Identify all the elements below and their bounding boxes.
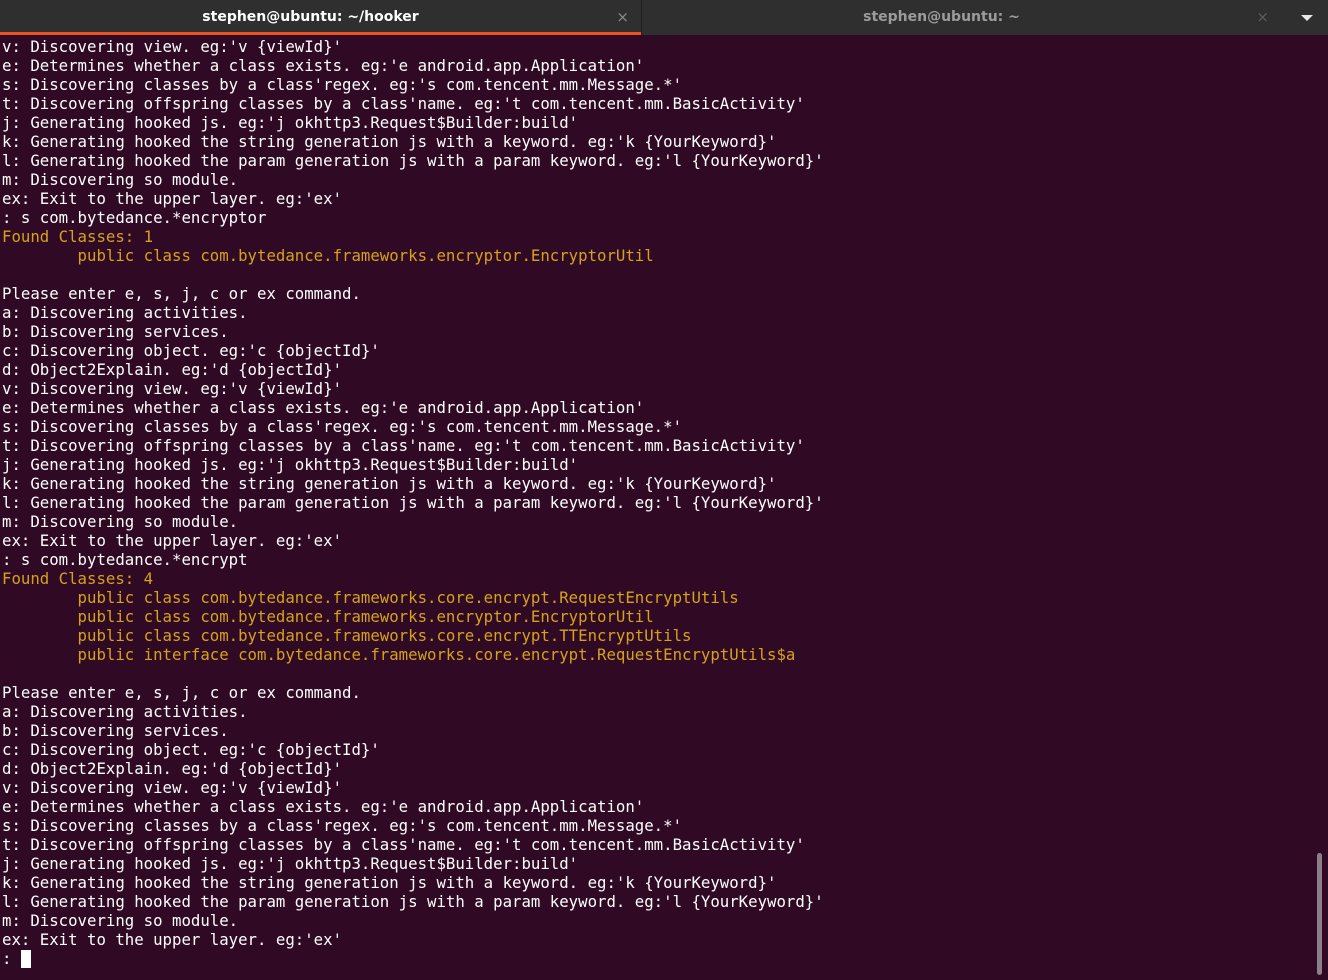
- scrollbar[interactable]: [1317, 853, 1322, 975]
- terminal-line: c: Discovering object. eg:'c {objectId}': [2, 740, 380, 759]
- terminal-line: j: Generating hooked js. eg:'j okhttp3.R…: [2, 854, 579, 873]
- terminal-line: s: Discovering classes by a class'regex.…: [2, 417, 683, 436]
- terminal-line: l: Generating hooked the param generatio…: [2, 151, 824, 170]
- terminal-line: t: Discovering offspring classes by a cl…: [2, 94, 805, 113]
- terminal-line: l: Generating hooked the param generatio…: [2, 892, 824, 911]
- terminal-line: m: Discovering so module.: [2, 512, 239, 531]
- terminal-line: b: Discovering services.: [2, 721, 229, 740]
- tab-home[interactable]: stephen@ubuntu: ~ ×: [641, 0, 1281, 35]
- highlighted-output-line: public interface com.bytedance.framework…: [2, 645, 796, 664]
- terminal-line: Please enter e, s, j, c or ex command.: [2, 284, 361, 303]
- terminal-line: k: Generating hooked the string generati…: [2, 474, 777, 493]
- terminal-line: c: Discovering object. eg:'c {objectId}': [2, 341, 380, 360]
- chevron-down-icon[interactable]: [1294, 9, 1320, 27]
- terminal-line: e: Determines whether a class exists. eg…: [2, 797, 645, 816]
- terminal-line: m: Discovering so module.: [2, 170, 239, 189]
- terminal-line: k: Generating hooked the string generati…: [2, 873, 777, 892]
- tab-hooker[interactable]: stephen@ubuntu: ~/hooker ×: [0, 0, 641, 35]
- close-icon[interactable]: ×: [1256, 0, 1269, 34]
- highlighted-output-line: Found Classes: 4: [2, 569, 154, 588]
- terminal-line: k: Generating hooked the string generati…: [2, 132, 777, 151]
- terminal-output[interactable]: v: Discovering view. eg:'v {viewId}' e: D…: [2, 37, 1312, 977]
- tab-title: stephen@ubuntu: ~/hooker: [202, 9, 419, 25]
- prompt-line[interactable]: :: [2, 949, 1312, 968]
- terminal-line: j: Generating hooked js. eg:'j okhttp3.R…: [2, 113, 579, 132]
- highlighted-output-line: public class com.bytedance.frameworks.en…: [2, 246, 654, 265]
- highlighted-output-line: Found Classes: 1: [2, 227, 154, 246]
- highlighted-output-line: public class com.bytedance.frameworks.en…: [2, 607, 654, 626]
- terminal-line: b: Discovering services.: [2, 322, 229, 341]
- terminal-line: l: Generating hooked the param generatio…: [2, 493, 824, 512]
- terminal-line: v: Discovering view. eg:'v {viewId}': [2, 37, 343, 56]
- terminal-line: : s com.bytedance.*encryptor: [2, 208, 267, 227]
- terminal-line: Please enter e, s, j, c or ex command.: [2, 683, 361, 702]
- terminal-line: j: Generating hooked js. eg:'j okhttp3.R…: [2, 455, 579, 474]
- terminal-line: s: Discovering classes by a class'regex.…: [2, 75, 683, 94]
- terminal-line: : s com.bytedance.*encrypt: [2, 550, 248, 569]
- prompt-text: :: [2, 949, 21, 968]
- terminal-line: e: Determines whether a class exists. eg…: [2, 56, 645, 75]
- tab-title: stephen@ubuntu: ~: [863, 9, 1020, 25]
- terminal-line: s: Discovering classes by a class'regex.…: [2, 816, 683, 835]
- terminal-line: a: Discovering activities.: [2, 303, 248, 322]
- terminal-line: t: Discovering offspring classes by a cl…: [2, 835, 805, 854]
- terminal-line: ex: Exit to the upper layer. eg:'ex': [2, 531, 343, 550]
- cursor: [20, 950, 31, 968]
- terminal-line: ex: Exit to the upper layer. eg:'ex': [2, 189, 343, 208]
- terminal-line: m: Discovering so module.: [2, 911, 239, 930]
- terminal-line: ex: Exit to the upper layer. eg:'ex': [2, 930, 343, 949]
- terminal-line: a: Discovering activities.: [2, 702, 248, 721]
- terminal-line: v: Discovering view. eg:'v {viewId}': [2, 379, 343, 398]
- terminal-line: t: Discovering offspring classes by a cl…: [2, 436, 805, 455]
- tab-bar: stephen@ubuntu: ~/hooker × stephen@ubunt…: [0, 0, 1328, 35]
- highlighted-output-line: public class com.bytedance.frameworks.co…: [2, 588, 739, 607]
- terminal-line: e: Determines whether a class exists. eg…: [2, 398, 645, 417]
- highlighted-output-line: public class com.bytedance.frameworks.co…: [2, 626, 692, 645]
- terminal-line: d: Object2Explain. eg:'d {objectId}': [2, 759, 343, 778]
- terminal-line: d: Object2Explain. eg:'d {objectId}': [2, 360, 343, 379]
- close-icon[interactable]: ×: [616, 0, 629, 34]
- terminal-line: v: Discovering view. eg:'v {viewId}': [2, 778, 343, 797]
